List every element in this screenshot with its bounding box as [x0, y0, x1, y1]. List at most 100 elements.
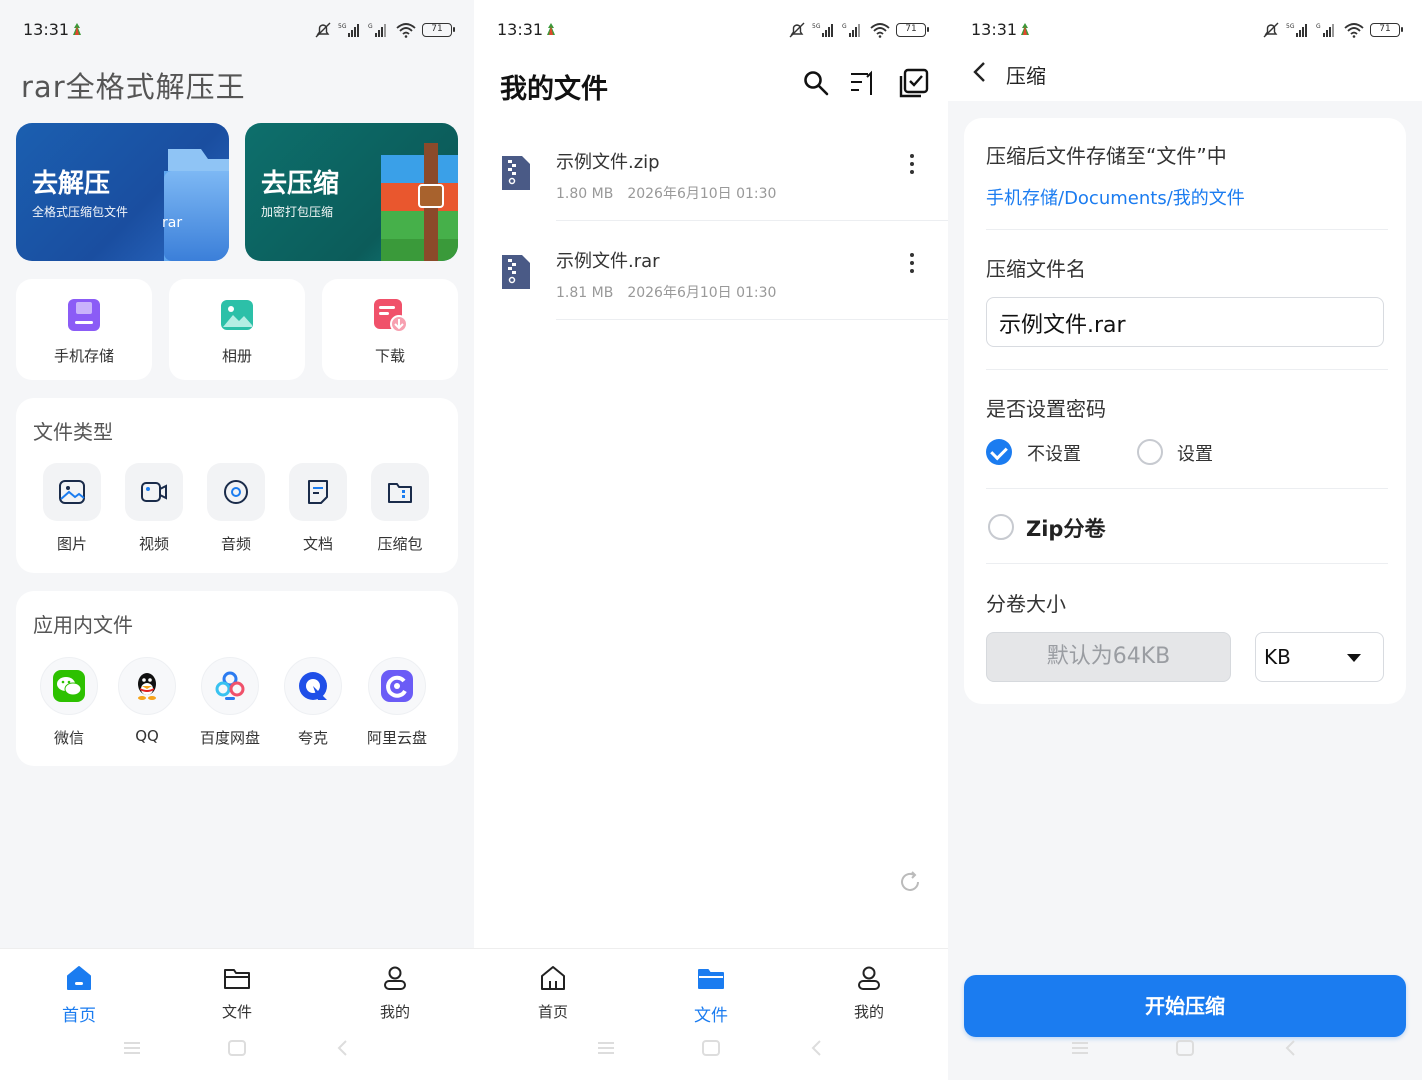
app-aliyun-drive[interactable]: 阿里云盘 — [352, 657, 442, 748]
image-icon — [59, 480, 85, 504]
quick-phone-storage[interactable]: 手机存储 — [16, 279, 152, 380]
compress-form: 压缩后文件存储至“文件”中 手机存储/Documents/我的文件 压缩文件名 … — [964, 118, 1406, 704]
file-type-document[interactable]: 文档 — [278, 463, 358, 554]
tab-mine[interactable]: 我的 — [819, 963, 919, 1022]
tab-label: 文件 — [694, 1006, 728, 1026]
tab-mine[interactable]: 我的 — [345, 963, 445, 1022]
user-icon — [384, 966, 406, 990]
tab-files[interactable]: 文件 — [187, 963, 287, 1022]
wifi-icon — [870, 23, 890, 38]
notification-icon — [547, 23, 555, 35]
status-bar: 13:31 5G G 71 — [0, 0, 474, 60]
app-label: 百度网盘 — [199, 729, 260, 747]
album-icon — [221, 300, 253, 330]
back-nav-icon[interactable] — [334, 1040, 352, 1056]
menu-nav-icon[interactable] — [597, 1040, 615, 1056]
volume-size-label: 分卷大小 — [986, 592, 1066, 616]
tab-bar: 首页 文件 我的 — [474, 948, 948, 1080]
home-nav-icon[interactable] — [702, 1040, 720, 1056]
menu-nav-icon[interactable] — [1071, 1040, 1089, 1056]
quark-icon — [299, 672, 327, 700]
page-title: 压缩 — [1006, 64, 1046, 88]
qq-icon — [138, 673, 156, 700]
wifi-icon — [1344, 23, 1364, 38]
file-row[interactable]: 示例文件.rar 1.81 MB 2026年6月10日 01:30 — [474, 221, 948, 320]
file-type-label: 压缩包 — [377, 535, 423, 553]
file-type-audio[interactable]: 音频 — [196, 463, 276, 554]
quick-album[interactable]: 相册 — [169, 279, 305, 380]
file-type-image[interactable]: 图片 — [32, 463, 112, 554]
signal-icon: G — [842, 23, 860, 37]
winrar-box-icon — [381, 143, 458, 261]
video-icon — [141, 482, 167, 502]
notification-icon — [73, 23, 81, 35]
set-password-radio[interactable] — [1137, 439, 1163, 465]
signal-5g-icon: 5G — [1286, 23, 1307, 37]
app-files-card: 应用内文件 微信 QQ 百度网盘 夸克 阿里云盘 — [16, 591, 458, 766]
file-types-title: 文件类型 — [33, 420, 113, 444]
notification-icon — [1021, 23, 1029, 35]
unit-value: KB — [1264, 645, 1291, 669]
home-nav-icon[interactable] — [228, 1040, 246, 1056]
svg-text:5G: 5G — [812, 23, 821, 30]
app-baidu-netdisk[interactable]: 百度网盘 — [185, 657, 275, 748]
file-name: 示例文件.zip — [556, 152, 660, 173]
back-nav-icon[interactable] — [1282, 1040, 1300, 1056]
system-nav-bar — [474, 1036, 948, 1060]
archive-name-input[interactable]: 示例文件.rar — [986, 297, 1384, 347]
status-bar: 13:31 5G G 71 — [474, 0, 948, 60]
download-icon — [374, 299, 408, 333]
app-quark[interactable]: 夸克 — [268, 657, 358, 748]
start-compress-button[interactable]: 开始压缩 — [964, 975, 1406, 1037]
compress-title: 去压缩 — [261, 169, 340, 199]
multi-select-icon[interactable] — [899, 68, 929, 98]
app-qq[interactable]: QQ — [102, 657, 192, 745]
file-type-video[interactable]: 视频 — [114, 463, 194, 554]
extract-banner[interactable]: 去解压 全格式压缩包文件 rar — [16, 123, 229, 261]
file-name: 示例文件.rar — [556, 251, 660, 272]
app-label: 阿里云盘 — [366, 729, 427, 747]
storage-label: 压缩后文件存储至“文件”中 — [986, 144, 1227, 168]
tab-label: 文件 — [221, 1003, 252, 1021]
quick-download[interactable]: 下载 — [322, 279, 458, 380]
signal-icon: G — [368, 23, 386, 37]
unit-select[interactable]: KB — [1255, 632, 1384, 682]
menu-nav-icon[interactable] — [123, 1040, 141, 1056]
home-nav-icon[interactable] — [1176, 1040, 1194, 1056]
aliyun-drive-icon — [381, 670, 413, 702]
quick-label: 下载 — [374, 347, 405, 365]
battery-icon: 71 — [422, 23, 455, 37]
refresh-icon[interactable] — [898, 870, 922, 894]
app-label: 微信 — [53, 729, 84, 747]
divider — [986, 563, 1388, 564]
file-type-archive[interactable]: 压缩包 — [360, 463, 440, 554]
zip-file-icon — [502, 156, 530, 190]
tab-files[interactable]: 文件 — [661, 963, 761, 1026]
storage-path-link[interactable]: 手机存储/Documents/我的文件 — [986, 184, 1245, 210]
chevron-down-icon — [1347, 654, 1361, 662]
more-options-icon[interactable] — [904, 152, 920, 176]
mute-icon — [315, 22, 331, 38]
file-size: 1.81 MB — [556, 285, 614, 301]
battery-icon: 71 — [896, 23, 929, 37]
app-files-title: 应用内文件 — [33, 613, 133, 637]
back-nav-icon[interactable] — [808, 1040, 826, 1056]
sort-icon[interactable] — [848, 68, 878, 98]
file-type-label: 视频 — [138, 535, 169, 553]
status-bar: 13:31 5G G 71 — [948, 0, 1422, 60]
more-options-icon[interactable] — [904, 251, 920, 275]
no-password-radio[interactable] — [986, 439, 1012, 465]
zip-split-radio[interactable] — [988, 514, 1014, 540]
search-icon[interactable] — [801, 68, 831, 98]
mute-icon — [789, 22, 805, 38]
svg-text:5G: 5G — [1286, 23, 1295, 30]
app-wechat[interactable]: 微信 — [24, 657, 114, 748]
volume-size-input[interactable]: 默认为64KB — [986, 632, 1231, 682]
wifi-icon — [396, 23, 416, 38]
back-icon[interactable] — [970, 60, 990, 84]
tab-home[interactable]: 首页 — [29, 963, 129, 1026]
tab-home[interactable]: 首页 — [503, 963, 603, 1022]
compress-banner[interactable]: 去压缩 加密打包压缩 — [245, 123, 458, 261]
extract-subtitle: 全格式压缩包文件 — [32, 205, 129, 219]
file-row[interactable]: 示例文件.zip 1.80 MB 2026年6月10日 01:30 — [474, 122, 948, 221]
